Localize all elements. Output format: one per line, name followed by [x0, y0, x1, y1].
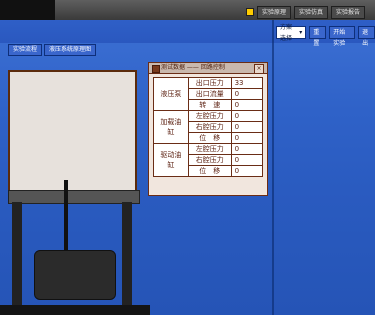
app-icon [152, 65, 160, 73]
top-tab-report[interactable]: 实验报告 [330, 6, 365, 19]
app-background: 实验原理 实验仿真 实验报告 方案选择 ▾ 重置 开始实验 退出 实验流程 液压… [0, 0, 375, 315]
table-row: 加载油缸 左腔压力 0 [153, 110, 264, 144]
label-loading-right-pressure: 右腔压力 [187, 121, 232, 133]
scheme-select-value: 方案选择 [280, 23, 293, 42]
value-pump-outlet-flow: 0 [230, 88, 264, 100]
rig-control-panel [8, 70, 137, 194]
left-tabs: 实验流程 液压系统原理图 [8, 44, 97, 56]
dialog-title-text: 测试数据 —— 回路控制 [161, 64, 225, 71]
scheme-select[interactable]: 方案选择 ▾ [276, 24, 307, 42]
group-loading-cylinder: 加载油缸 [153, 110, 189, 144]
top-bar: 实验原理 实验仿真 实验报告 [0, 0, 375, 20]
toolbar-right: 方案选择 ▾ 重置 开始实验 退出 [276, 24, 375, 47]
group-hydraulic-pump: 液压泵 [153, 77, 189, 111]
label-driving-right-pressure: 右腔压力 [187, 154, 232, 166]
label-loading-left-pressure: 左腔压力 [187, 110, 232, 122]
top-left-slab [0, 0, 55, 20]
value-driving-left-pressure: 0 [230, 143, 264, 155]
tab-experiment-process[interactable]: 实验流程 [8, 44, 43, 56]
rig-frame-left [12, 202, 22, 307]
top-tab-simulation[interactable]: 实验仿真 [293, 6, 328, 19]
value-driving-displacement: 0 [230, 165, 264, 177]
rig-base [0, 305, 150, 315]
exit-button[interactable]: 退出 [358, 26, 375, 47]
label-pump-outlet-flow: 出口流量 [187, 88, 232, 100]
top-tabs: 实验原理 实验仿真 实验报告 [245, 6, 365, 19]
rig-pipe [64, 180, 68, 260]
table-row: 液压泵 出口压力 33 [153, 77, 264, 111]
hydraulic-test-rig-illustration [0, 60, 150, 315]
label-pump-outlet-pressure: 出口压力 [187, 77, 232, 89]
rig-frame-right [122, 202, 132, 307]
rig-shelf [8, 190, 140, 204]
label-driving-left-pressure: 左腔压力 [187, 143, 232, 155]
value-loading-displacement: 0 [230, 132, 264, 144]
test-data-window: 测试数据 —— 回路控制 × 液压泵 出口压力 33 出口流量 0 转 速 0 [148, 62, 268, 196]
dropdown-caret-icon: ▾ [299, 29, 303, 36]
value-pump-outlet-pressure: 33 [230, 77, 264, 89]
value-pump-speed: 0 [230, 99, 264, 111]
value-loading-right-pressure: 0 [230, 121, 264, 133]
value-loading-left-pressure: 0 [230, 110, 264, 122]
rig-pump-unit [34, 250, 116, 300]
top-tab-principle[interactable]: 实验原理 [256, 6, 291, 19]
label-pump-speed: 转 速 [187, 99, 232, 111]
top-toggle-icon[interactable] [245, 8, 254, 16]
label-loading-displacement: 位 移 [187, 132, 232, 144]
test-data-window-title[interactable]: 测试数据 —— 回路控制 × [149, 63, 267, 74]
tab-hydraulic-schematic[interactable]: 液压系统原理图 [44, 44, 97, 56]
right-panel-divider [272, 20, 274, 315]
reset-button[interactable]: 重置 [309, 26, 327, 47]
close-icon[interactable]: × [254, 64, 264, 74]
test-data-table: 液压泵 出口压力 33 出口流量 0 转 速 0 加载油缸 左腔压力 0 右腔压… [153, 77, 264, 177]
value-driving-right-pressure: 0 [230, 154, 264, 166]
start-experiment-button[interactable]: 开始实验 [329, 26, 356, 47]
group-driving-cylinder: 驱动油缸 [153, 143, 189, 177]
table-row: 驱动油缸 左腔压力 0 [153, 143, 264, 177]
label-driving-displacement: 位 移 [187, 165, 232, 177]
